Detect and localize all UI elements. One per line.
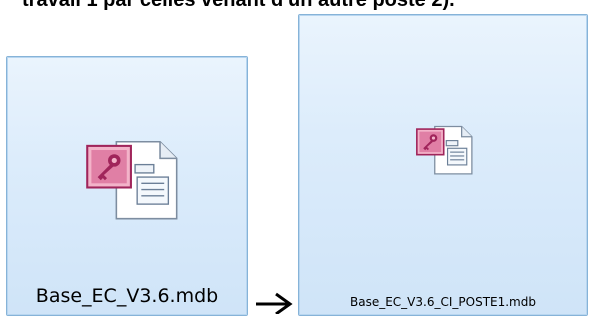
file-name-label: Base_EC_V3.6_CI_POSTE1.mdb	[350, 295, 536, 309]
caption-text: travail 1 par celles venant d'un autre p…	[22, 0, 455, 11]
file-tile-left[interactable]: Base_EC_V3.6.mdb	[6, 56, 248, 316]
file-name-label: Base_EC_V3.6.mdb	[35, 285, 219, 307]
access-database-icon	[86, 140, 178, 220]
access-database-icon	[416, 125, 473, 175]
file-tile-right[interactable]: Base_EC_V3.6_CI_POSTE1.mdb	[298, 14, 588, 316]
right-arrow-icon	[256, 292, 293, 314]
